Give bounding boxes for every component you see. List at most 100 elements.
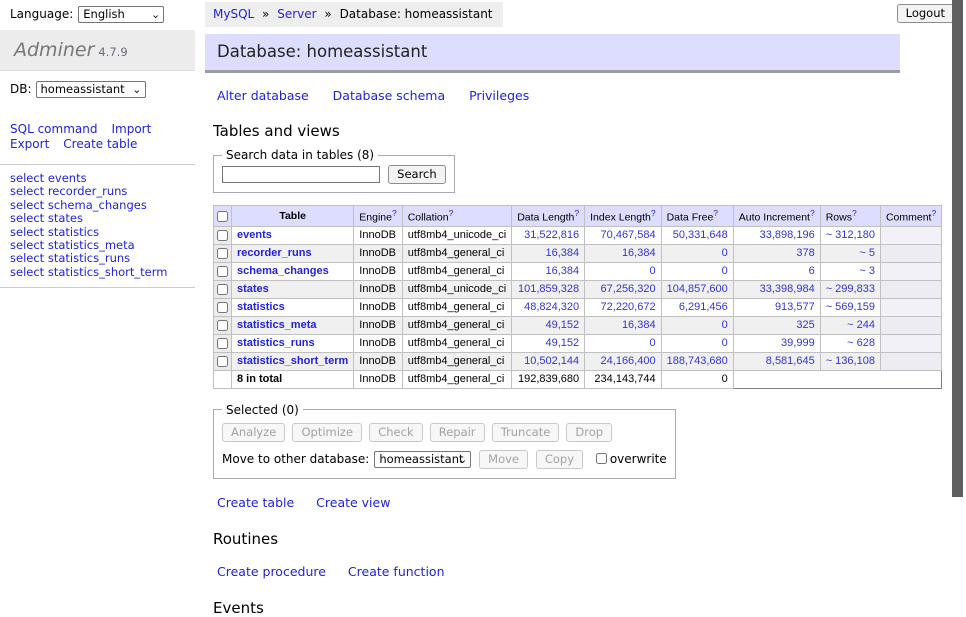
move-database-select[interactable]: homeassistant⌄ <box>374 451 471 468</box>
language-label: Language: <box>10 7 73 21</box>
row-select-checkbox[interactable] <box>217 320 228 331</box>
sidebar-link-import[interactable]: Import <box>111 122 151 136</box>
index-length-cell: 16,384 <box>585 316 661 334</box>
help-link-icon[interactable]: ? <box>392 208 397 218</box>
alter-database-link[interactable]: Alter database <box>217 88 309 103</box>
rows-cell[interactable]: ~ 3 <box>820 262 880 280</box>
help-link-icon[interactable]: ? <box>651 208 656 218</box>
help-link-icon[interactable]: ? <box>931 208 936 218</box>
routines-links-row: Create procedure Create function <box>217 564 905 579</box>
rows-cell[interactable]: ~ 569,159 <box>820 298 880 316</box>
rows-cell[interactable]: ~ 244 <box>820 316 880 334</box>
create-view-link[interactable]: Create view <box>316 495 390 510</box>
create-links-row: Create table Create view <box>217 495 905 510</box>
overwrite-checkbox[interactable] <box>596 453 607 464</box>
sidebar-link-export[interactable]: Export <box>10 137 49 151</box>
auto-increment-cell: 39,999 <box>733 334 820 352</box>
row-select-checkbox[interactable] <box>217 248 228 259</box>
sidebar-item-select-recorder-runs[interactable]: select recorder_runs <box>10 184 127 198</box>
language-select[interactable]: English⌄ <box>78 6 164 23</box>
selected-area: Selected (0) Analyze Optimize Check Repa… <box>213 403 905 479</box>
rows-cell[interactable]: ~ 628 <box>820 334 880 352</box>
vertical-scrollbar-thumb[interactable] <box>952 0 963 497</box>
sidebar-item-select-statistics-short-term[interactable]: select statistics_short_term <box>10 265 167 279</box>
privileges-link[interactable]: Privileges <box>469 88 529 103</box>
search-button[interactable]: Search <box>388 165 446 184</box>
column-header-collation: Collation <box>408 212 449 224</box>
db-select[interactable]: homeassistant⌄ <box>36 81 146 98</box>
help-link-icon[interactable]: ? <box>810 208 815 218</box>
collation-cell: utf8mb4_unicode_ci <box>402 280 511 298</box>
search-input[interactable] <box>222 166 380 183</box>
help-link-icon[interactable]: ? <box>852 208 857 218</box>
total-label: 8 in total <box>232 370 354 388</box>
total-collation-cell: utf8mb4_general_ci <box>402 370 511 388</box>
table-total-row: 8 in total InnoDB utf8mb4_general_ci 192… <box>214 370 942 388</box>
repair-button[interactable]: Repair <box>430 423 485 442</box>
engine-cell: InnoDB <box>354 280 402 298</box>
rows-cell[interactable]: ~ 136,108 <box>820 352 880 370</box>
check-button[interactable]: Check <box>369 423 422 442</box>
rows-cell[interactable]: ~ 5 <box>820 244 880 262</box>
comment-cell <box>880 262 941 280</box>
create-procedure-link[interactable]: Create procedure <box>217 564 326 579</box>
data-length-cell: 101,859,328 <box>512 280 585 298</box>
rows-cell[interactable]: ~ 299,833 <box>820 280 880 298</box>
column-header-data-length: Data Length <box>517 212 574 224</box>
sidebar-item-select-events[interactable]: select events <box>10 171 87 185</box>
row-select-checkbox[interactable] <box>217 302 228 313</box>
sidebar-item-select-statistics[interactable]: select statistics <box>10 225 99 239</box>
engine-cell: InnoDB <box>354 334 402 352</box>
rows-cell[interactable]: ~ 312,180 <box>820 226 880 244</box>
table-name-link[interactable]: statistics_runs <box>237 337 315 349</box>
logout-button[interactable]: Logout <box>897 4 954 23</box>
sidebar-item-select-states[interactable]: select states <box>10 211 83 225</box>
breadcrumb-link-mysql[interactable]: MySQL <box>213 7 254 21</box>
row-select-checkbox[interactable] <box>217 356 228 367</box>
search-fieldset: Search data in tables (8) Search <box>213 148 455 193</box>
optimize-button[interactable]: Optimize <box>292 423 362 442</box>
table-name-link[interactable]: states <box>237 283 269 295</box>
copy-button[interactable]: Copy <box>536 450 583 469</box>
move-button[interactable]: Move <box>479 450 528 469</box>
row-select-checkbox[interactable] <box>217 266 228 277</box>
row-select-checkbox[interactable] <box>217 230 228 241</box>
table-name-link[interactable]: schema_changes <box>237 265 329 277</box>
table-name-link[interactable]: statistics_meta <box>237 319 317 331</box>
index-length-cell: 0 <box>585 262 661 280</box>
sidebar-link-sql-command[interactable]: SQL command <box>10 122 97 136</box>
sidebar-item-select-statistics-runs[interactable]: select statistics_runs <box>10 251 130 265</box>
sidebar-item-select-schema-changes[interactable]: select schema_changes <box>10 198 147 212</box>
create-function-link[interactable]: Create function <box>348 564 445 579</box>
collation-cell: utf8mb4_general_ci <box>402 316 511 334</box>
column-header-comment: Comment <box>886 212 932 224</box>
sidebar-table-list: select events select recorder_runs selec… <box>0 172 195 279</box>
database-schema-link[interactable]: Database schema <box>333 88 445 103</box>
engine-cell: InnoDB <box>354 316 402 334</box>
table-name-link[interactable]: statistics_short_term <box>237 355 348 367</box>
selected-fieldset: Selected (0) Analyze Optimize Check Repa… <box>213 403 676 479</box>
table-name-link[interactable]: events <box>237 229 272 241</box>
breadcrumb: MySQL » Server » Database: homeassistant <box>205 2 503 27</box>
overwrite-label: overwrite <box>610 452 667 466</box>
table-header-row: Table Engine? Collation? Data Length? In… <box>214 206 942 227</box>
select-all-checkbox[interactable] <box>217 211 228 222</box>
help-link-icon[interactable]: ? <box>713 208 718 218</box>
help-link-icon[interactable]: ? <box>449 208 454 218</box>
table-name-link[interactable]: statistics <box>237 301 285 313</box>
breadcrumb-link-server[interactable]: Server <box>277 7 316 21</box>
table-name-link[interactable]: recorder_runs <box>237 247 312 259</box>
create-table-link[interactable]: Create table <box>217 495 294 510</box>
row-select-checkbox[interactable] <box>217 338 228 349</box>
collation-cell: utf8mb4_general_ci <box>402 352 511 370</box>
sidebar-item-select-statistics-meta[interactable]: select statistics_meta <box>10 238 135 252</box>
data-free-cell: 104,857,600 <box>661 280 733 298</box>
drop-button[interactable]: Drop <box>566 423 612 442</box>
vertical-scrollbar-track[interactable] <box>952 0 966 543</box>
row-select-checkbox[interactable] <box>217 284 228 295</box>
analyze-button[interactable]: Analyze <box>222 423 285 442</box>
sidebar-link-create-table[interactable]: Create table <box>63 137 137 151</box>
truncate-button[interactable]: Truncate <box>492 423 560 442</box>
help-link-icon[interactable]: ? <box>574 208 579 218</box>
data-length-cell: 10,502,144 <box>512 352 585 370</box>
